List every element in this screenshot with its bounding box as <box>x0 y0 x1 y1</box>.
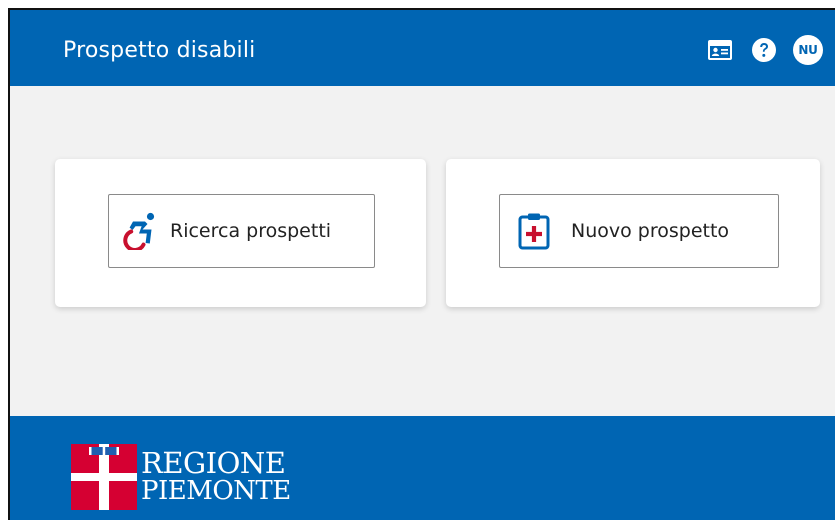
search-prospects-label: Ricerca prospetti <box>170 220 332 242</box>
logo-line-regione: REGIONE <box>141 446 286 480</box>
clipboard-add-icon <box>515 211 553 251</box>
help-button[interactable] <box>750 36 778 64</box>
logo-line-piemonte: PIEMONTE <box>141 476 291 506</box>
regione-piemonte-emblem <box>71 444 137 510</box>
regione-piemonte-logo: REGIONE PIEMONTE <box>71 444 291 510</box>
user-avatar[interactable]: NU <box>793 35 823 65</box>
app-header: Prospetto disabili NU <box>10 10 835 86</box>
page-title: Prospetto disabili <box>63 38 256 63</box>
header-actions: NU <box>706 35 823 65</box>
help-icon <box>752 38 776 62</box>
main-content: Ricerca prospetti Nuovo prospetto <box>10 86 835 416</box>
id-card-icon <box>708 40 732 60</box>
search-prospects-button[interactable]: Ricerca prospetti <box>108 194 375 268</box>
logo-text: REGIONE PIEMONTE <box>141 446 291 506</box>
footer: REGIONE PIEMONTE <box>10 416 835 520</box>
new-prospect-card: Nuovo prospetto <box>446 159 820 307</box>
new-prospect-button[interactable]: Nuovo prospetto <box>499 194 779 268</box>
id-card-button[interactable] <box>706 36 734 64</box>
accessible-icon <box>122 211 160 251</box>
app-frame: Prospetto disabili NU Ricerca prospetti … <box>8 8 835 520</box>
search-card: Ricerca prospetti <box>55 159 426 307</box>
new-prospect-label: Nuovo prospetto <box>571 220 730 242</box>
